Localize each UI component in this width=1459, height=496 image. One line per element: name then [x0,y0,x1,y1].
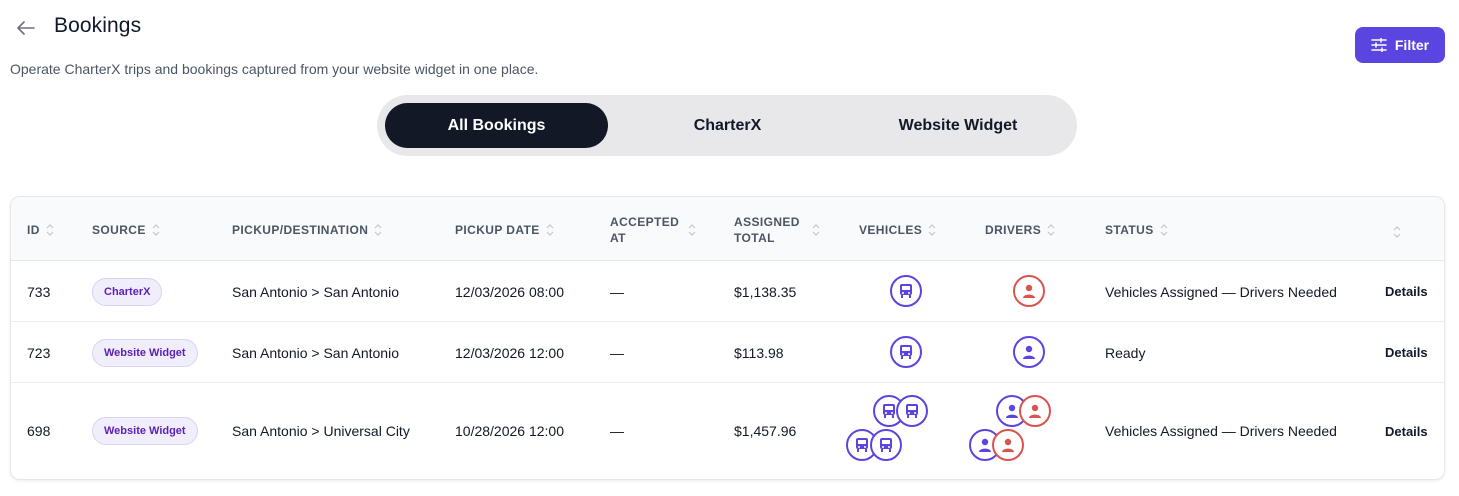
sort-icon [688,224,696,236]
booking-id: 733 [27,283,51,300]
sliders-icon [1371,38,1387,52]
tab-all-bookings[interactable]: All Bookings [385,103,608,148]
page-title: Bookings [54,14,142,37]
pickup-date: 12/03/2026 12:00 [455,344,564,361]
booking-id: 723 [27,344,51,361]
vehicle-avatar[interactable] [890,275,922,307]
sort-icon [1393,226,1401,238]
column-header-accepted-at[interactable]: ACCEPTED AT [610,214,710,246]
status-text: Vehicles Assigned — Drivers Needed [1105,283,1337,300]
route: San Antonio > San Antonio [232,283,399,300]
vehicle-avatar[interactable] [896,395,928,427]
source-badge: Website Widget [92,338,198,367]
table-header: ID SOURCE PICKUP/DESTINATION PICKUP DATE… [11,197,1444,261]
arrow-left-icon [17,21,35,35]
bus-icon [900,284,912,298]
bus-icon [880,438,892,452]
details-link[interactable]: Details [1385,261,1428,322]
assigned-total: $113.98 [734,344,784,361]
route: San Antonio > San Antonio [232,344,399,361]
page-subtitle: Operate CharterX trips and bookings capt… [10,61,539,77]
back-button[interactable] [14,16,38,40]
assigned-total: $1,457.96 [734,423,797,439]
driver-avatar-needed[interactable] [1019,395,1051,427]
accepted-at: — [610,283,624,300]
driver-avatar-needed[interactable] [1013,275,1045,307]
user-icon [979,438,991,452]
status-text: Vehicles Assigned — Drivers Needed [1105,423,1337,439]
source-badge: Website Widget [92,417,198,445]
accepted-at: — [610,423,624,439]
source-tabs: All Bookings CharterX Website Widget [377,95,1077,156]
column-header-drivers[interactable]: DRIVERS [985,222,1055,238]
source-cell: CharterX [92,261,163,322]
pickup-date: 12/03/2026 08:00 [455,283,564,300]
accepted-at: — [610,344,624,361]
table-row[interactable]: 723 Website Widget San Antonio > San Ant… [11,322,1444,383]
assigned-total: $1,138.35 [734,283,797,300]
bookings-table: ID SOURCE PICKUP/DESTINATION PICKUP DATE… [10,196,1445,480]
route: San Antonio > Universal City [232,423,410,439]
tab-charterx[interactable]: CharterX [616,103,839,148]
sort-icon [46,224,54,236]
column-header-status[interactable]: STATUS [1105,222,1168,238]
tab-website-widget[interactable]: Website Widget [847,103,1069,148]
sort-icon [1047,224,1055,236]
sort-icon [546,224,554,236]
user-icon [1029,404,1041,418]
column-header-pickup-destination[interactable]: PICKUP/DESTINATION [232,222,382,238]
bus-icon [900,345,912,359]
driver-avatar-needed[interactable] [992,429,1024,461]
source-cell: Website Widget [92,383,198,479]
user-icon [1006,404,1018,418]
user-icon [1023,284,1035,298]
column-header-pickup-date[interactable]: PICKUP DATE [455,222,554,238]
user-icon [1002,438,1014,452]
bus-icon [856,438,868,452]
column-header-source[interactable]: SOURCE [92,222,160,238]
page-header: Bookings Filter Operate CharterX trips a… [0,0,1459,77]
bus-icon [906,404,918,418]
pickup-date: 10/28/2026 12:00 [455,423,564,439]
details-link[interactable]: Details [1385,383,1428,479]
source-badge: CharterX [92,277,163,306]
sort-icon [928,224,936,236]
filter-button-label: Filter [1394,37,1430,53]
user-icon [1023,345,1035,359]
source-cell: Website Widget [92,322,198,383]
vehicle-avatar[interactable] [890,336,922,368]
booking-id: 698 [27,423,51,439]
details-link[interactable]: Details [1385,322,1428,383]
vehicle-avatar[interactable] [870,429,902,461]
column-header-assigned-total[interactable]: ASSIGNED TOTAL [734,214,834,246]
column-header-vehicles[interactable]: VEHICLES [859,222,936,238]
sort-icon [374,224,382,236]
table-row[interactable]: 733 CharterX San Antonio > San Antonio 1… [11,261,1444,322]
sort-icon [152,224,160,236]
sort-icon [1160,224,1168,236]
driver-avatar-assigned[interactable] [1013,336,1045,368]
column-header-actions[interactable] [1393,226,1401,238]
table-row[interactable]: 698 Website Widget San Antonio > Univers… [11,383,1444,479]
column-header-id[interactable]: ID [27,222,54,238]
filter-button[interactable]: Filter [1355,27,1445,63]
sort-icon [812,224,820,236]
status-text: Ready [1105,344,1146,361]
